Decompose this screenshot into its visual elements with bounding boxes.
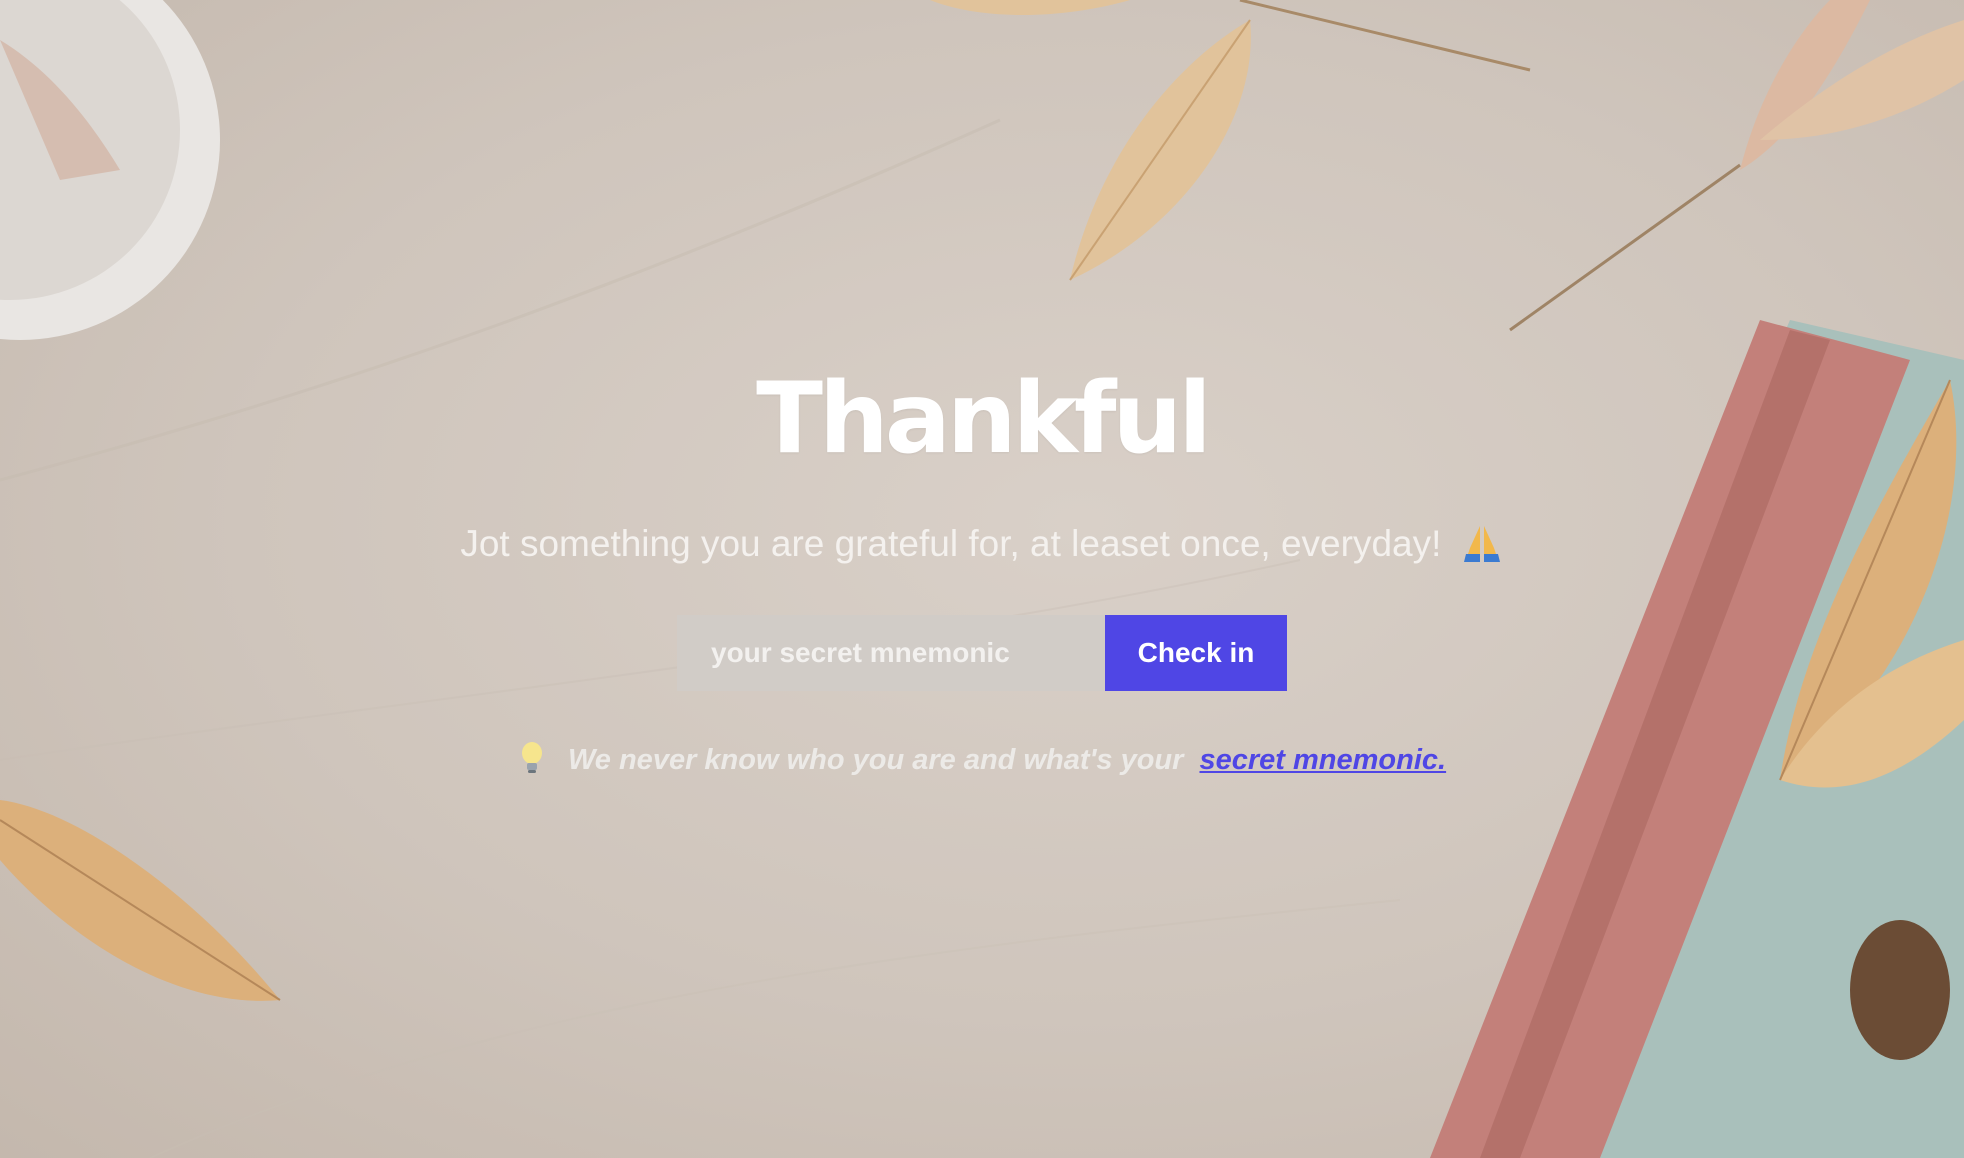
privacy-note: We never know who you are and what's you… [0, 741, 1964, 777]
secret-mnemonic-link[interactable]: secret mnemonic. [1200, 744, 1447, 776]
check-in-button[interactable]: Check in [1105, 614, 1287, 691]
hero: Thankful Jot something you are grateful … [0, 370, 1964, 777]
privacy-note-text: We never know who you are and what's you… [567, 743, 1184, 776]
checkin-form: Check in [0, 614, 1964, 691]
light-bulb-icon [521, 741, 542, 773]
app-title: Thankful [756, 362, 1212, 476]
folded-hands-icon [1463, 526, 1500, 562]
tagline: Jot something you are grateful for, at l… [0, 520, 1964, 565]
mnemonic-input[interactable] [677, 614, 1105, 691]
tagline-text: Jot something you are grateful for, at l… [460, 523, 1442, 564]
